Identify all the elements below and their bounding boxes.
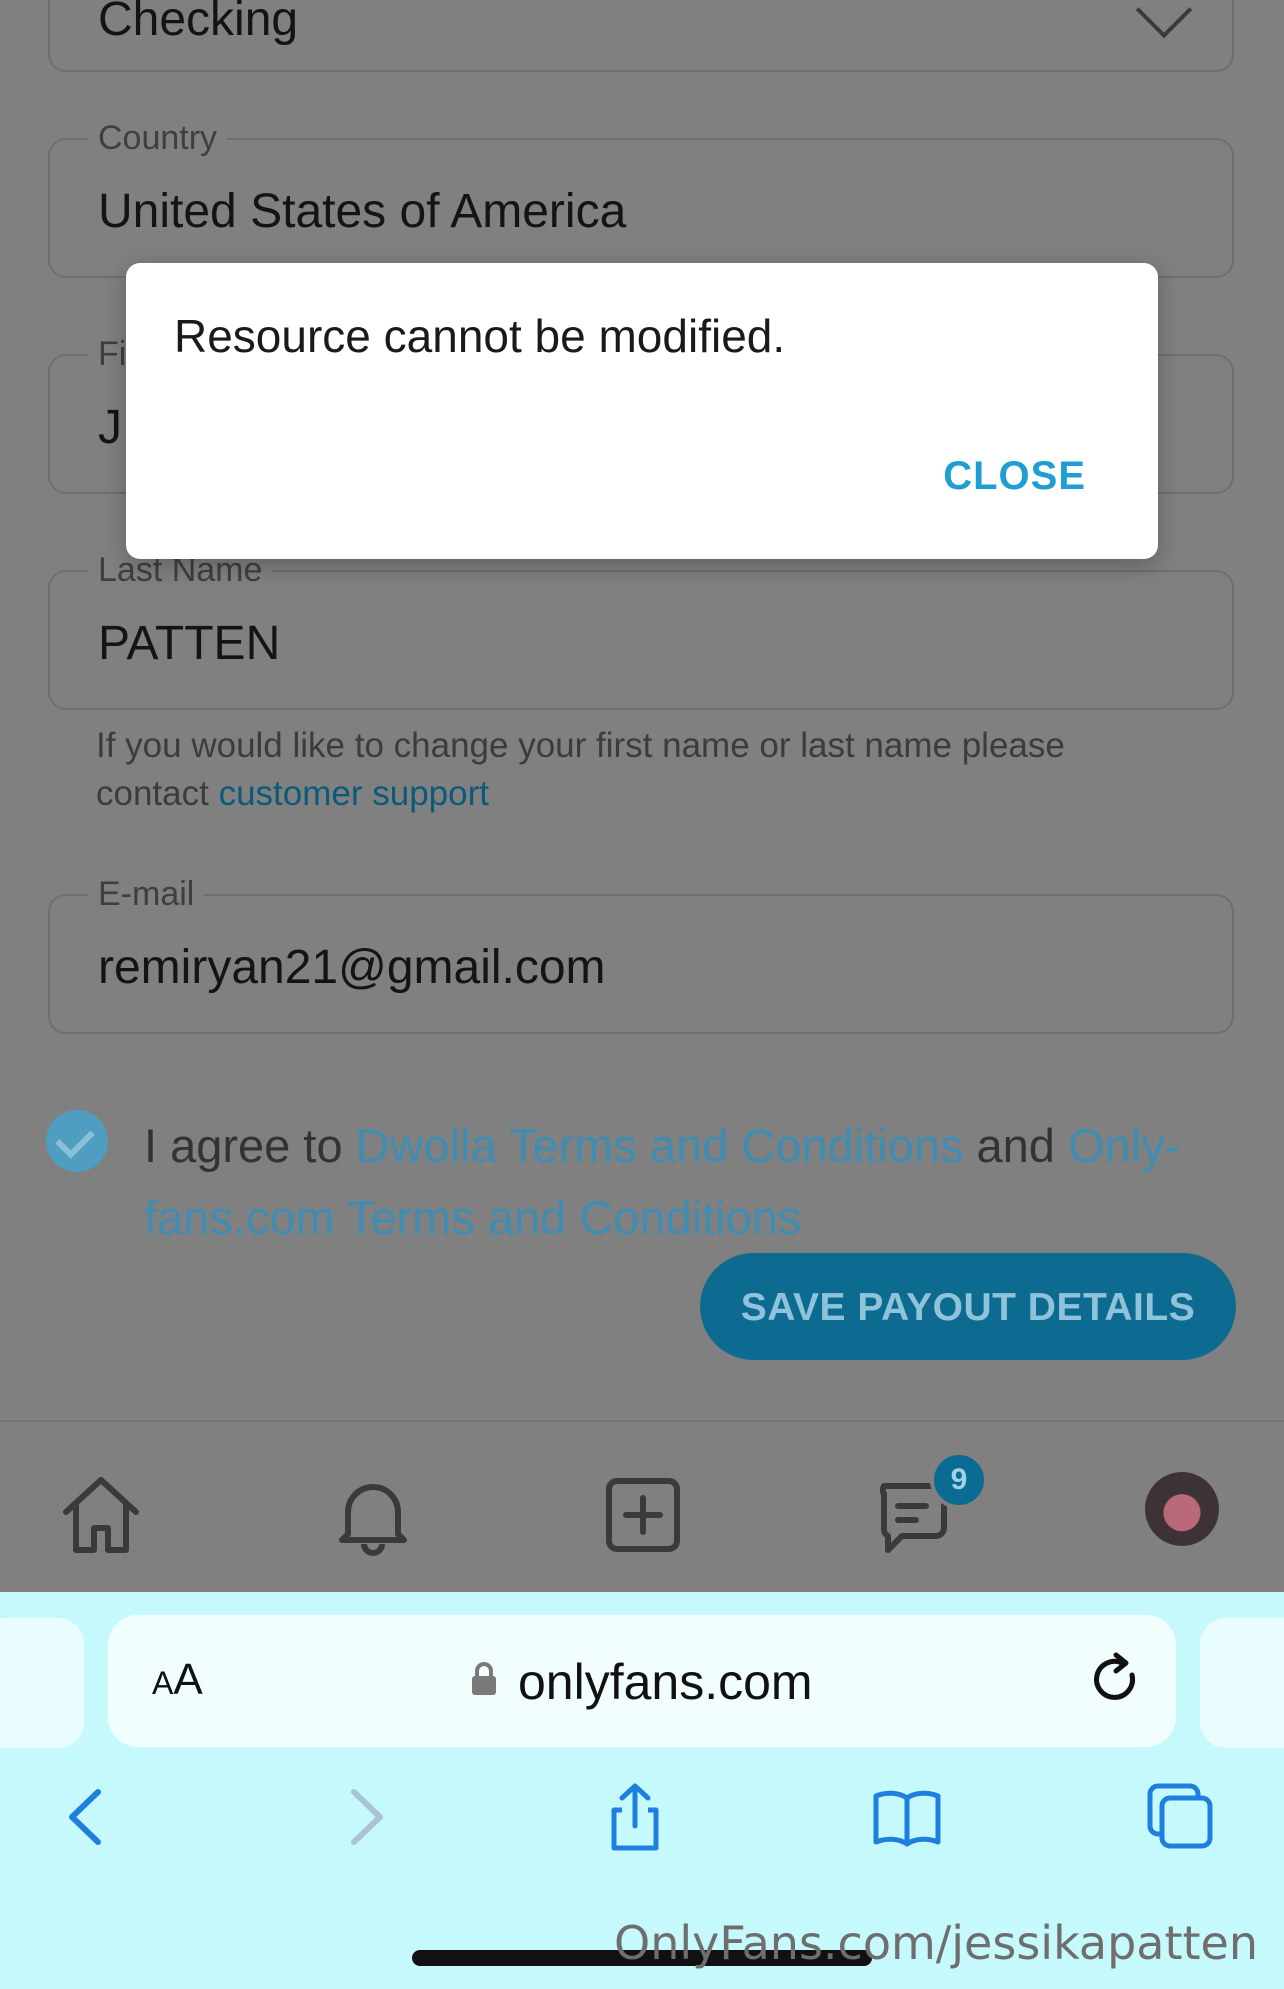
bookmarks-icon[interactable] xyxy=(872,1782,942,1852)
save-payout-details-button[interactable]: SAVE PAYOUT DETAILS xyxy=(700,1253,1236,1360)
aa-large: A xyxy=(173,1655,203,1704)
previous-tab-pill[interactable] xyxy=(0,1618,84,1748)
avatar[interactable] xyxy=(1145,1472,1219,1546)
address-bar[interactable]: AA onlyfans.com xyxy=(108,1615,1176,1747)
aa-small: A xyxy=(152,1665,174,1701)
payout-form: Checking Country United States of Americ… xyxy=(0,0,1284,1420)
email-field[interactable]: E-mail remiryan21@gmail.com xyxy=(48,874,1234,1034)
back-icon[interactable] xyxy=(52,1782,122,1852)
country-label: Country xyxy=(88,118,228,158)
last-name-field[interactable]: Last Name PATTEN xyxy=(48,550,1234,710)
watermark: OnlyFans.com/jessikapatten xyxy=(614,1916,1258,1970)
agree-text: I agree to Dwolla Terms and Conditions a… xyxy=(144,1110,1254,1254)
chevron-down-icon xyxy=(1135,0,1193,39)
country-field[interactable]: Country United States of America xyxy=(48,118,1234,278)
bottom-tab-bar xyxy=(0,1420,1284,1594)
first-name-value: J xyxy=(98,401,122,454)
next-tab-pill[interactable] xyxy=(1200,1618,1284,1748)
messages-badge: 9 xyxy=(930,1451,988,1509)
agree-prefix: I agree to xyxy=(144,1119,343,1172)
forward-icon[interactable] xyxy=(330,1782,400,1852)
reload-icon[interactable] xyxy=(1086,1649,1146,1709)
home-icon[interactable] xyxy=(58,1472,144,1558)
customer-support-link[interactable]: customer support xyxy=(219,774,489,813)
tabs-icon[interactable] xyxy=(1146,1782,1216,1852)
lock-icon xyxy=(472,1662,496,1695)
share-icon[interactable] xyxy=(600,1782,670,1852)
country-value: United States of America xyxy=(98,185,627,238)
error-dialog: Resource cannot be modified. CLOSE xyxy=(126,263,1158,559)
agree-middle: and xyxy=(976,1119,1055,1172)
url-text: onlyfans.com xyxy=(518,1654,813,1710)
email-label: E-mail xyxy=(88,874,205,914)
text-size-button[interactable]: AA xyxy=(152,1655,203,1705)
account-type-value: Checking xyxy=(98,0,299,46)
agree-checkbox[interactable] xyxy=(46,1110,108,1172)
last-name-value: PATTEN xyxy=(98,617,281,670)
bell-icon[interactable] xyxy=(330,1472,416,1558)
email-value: remiryan21@gmail.com xyxy=(98,941,606,994)
close-button[interactable]: CLOSE xyxy=(937,453,1092,500)
name-change-helper: If you would like to change your first n… xyxy=(96,722,1156,818)
add-post-icon[interactable] xyxy=(600,1472,686,1558)
account-type-select[interactable]: Checking xyxy=(48,0,1234,72)
dialog-message: Resource cannot be modified. xyxy=(174,310,786,362)
dwolla-terms-link[interactable]: Dwolla Terms and Conditions xyxy=(356,1119,964,1172)
